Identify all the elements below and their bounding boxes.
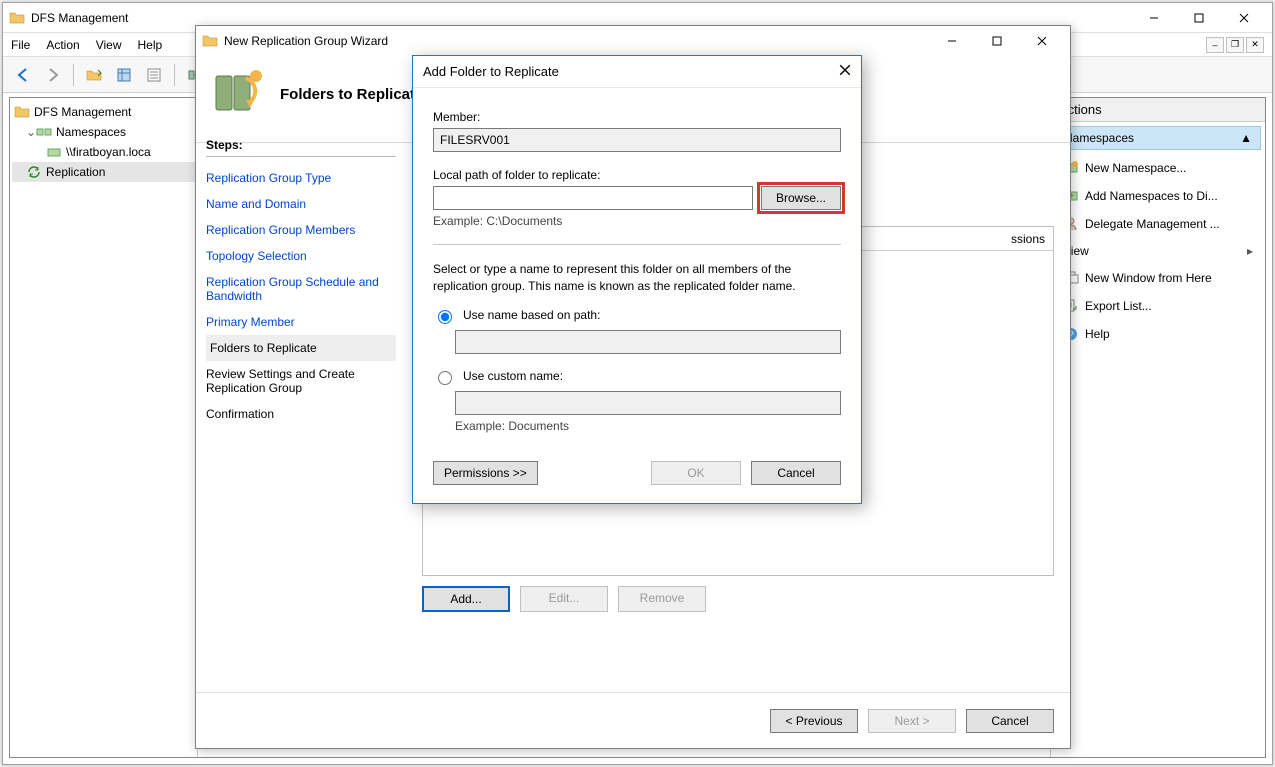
step-name-and-domain[interactable]: Name and Domain <box>206 191 396 217</box>
step-review-settings: Review Settings and Create Replication G… <box>206 361 396 401</box>
menu-action[interactable]: Action <box>46 38 79 52</box>
actions-section-namespaces[interactable]: Namespaces ▲ <box>1055 126 1261 150</box>
menu-help[interactable]: Help <box>138 38 163 52</box>
wizard-titlebar: New Replication Group Wizard <box>196 26 1070 56</box>
path-label: Local path of folder to replicate: <box>433 168 841 182</box>
step-primary-member[interactable]: Primary Member <box>206 309 396 335</box>
collapse-icon: ▲ <box>1240 131 1252 145</box>
maximize-button[interactable] <box>1176 4 1221 32</box>
toolbar-button-3[interactable] <box>140 61 168 89</box>
tree-root-dfs[interactable]: DFS Management <box>12 102 195 122</box>
mdi-restore-button[interactable]: ❐ <box>1226 37 1244 53</box>
close-button[interactable] <box>1221 4 1266 32</box>
actions-pane: Actions Namespaces ▲ New Namespace... + … <box>1050 98 1265 757</box>
nav-forward-button[interactable] <box>39 61 67 89</box>
add-folder-dialog: Add Folder to Replicate Member: Local pa… <box>412 55 862 504</box>
permissions-button[interactable]: Permissions >> <box>433 461 538 485</box>
wizard-heading-icon <box>210 66 266 122</box>
tree-namespace-item[interactable]: \\firatboyan.loca <box>12 142 195 162</box>
step-folders-to-replicate[interactable]: Folders to Replicate <box>206 335 396 361</box>
action-export-list[interactable]: Export List... <box>1055 292 1261 320</box>
dialog-close-button[interactable] <box>839 64 851 79</box>
wizard-previous-button[interactable]: < Previous <box>770 709 858 733</box>
mdi-close-button[interactable]: ✕ <box>1246 37 1264 53</box>
column-permissions[interactable]: ssions <box>1003 232 1053 246</box>
console-tree: DFS Management ⌄ Namespaces \\firatboyan… <box>10 98 198 757</box>
add-folder-button[interactable]: Add... <box>422 586 510 612</box>
menu-file[interactable]: File <box>11 38 30 52</box>
toolbar-button-2[interactable] <box>110 61 138 89</box>
wizard-app-icon <box>202 33 218 49</box>
step-replication-group-type[interactable]: Replication Group Type <box>206 165 396 191</box>
wizard-cancel-button[interactable]: Cancel <box>966 709 1054 733</box>
nav-back-button[interactable] <box>9 61 37 89</box>
radio-use-custom-label: Use custom name: <box>463 369 563 383</box>
edit-folder-button: Edit... <box>520 586 608 612</box>
custom-name-field <box>455 391 841 415</box>
member-field <box>433 128 841 152</box>
close-icon <box>839 64 851 76</box>
dialog-title: Add Folder to Replicate <box>423 64 559 79</box>
tree-replication[interactable]: Replication <box>12 162 195 182</box>
action-add-namespaces[interactable]: + Add Namespaces to Di... <box>1055 182 1261 210</box>
remove-folder-button: Remove <box>618 586 706 612</box>
action-new-namespace[interactable]: New Namespace... <box>1055 154 1261 182</box>
radio-use-custom-name[interactable] <box>438 371 452 385</box>
wizard-steps-panel: Steps: Replication Group Type Name and D… <box>196 136 406 692</box>
step-topology-selection[interactable]: Topology Selection <box>206 243 396 269</box>
member-label: Member: <box>433 110 841 124</box>
action-delegate-management[interactable]: Delegate Management ... <box>1055 210 1261 238</box>
minimize-button[interactable] <box>1131 4 1176 32</box>
menu-view[interactable]: View <box>96 38 122 52</box>
dialog-cancel-button[interactable]: Cancel <box>751 461 841 485</box>
app-icon <box>9 10 25 26</box>
actions-header: Actions <box>1051 98 1265 122</box>
wizard-minimize-button[interactable] <box>929 27 974 55</box>
step-replication-group-members[interactable]: Replication Group Members <box>206 217 396 243</box>
browse-button[interactable]: Browse... <box>761 186 841 210</box>
path-name-field <box>455 330 841 354</box>
wizard-next-button: Next > <box>868 709 956 733</box>
toolbar-button-1[interactable] <box>80 61 108 89</box>
main-window-title: DFS Management <box>31 11 128 25</box>
wizard-close-button[interactable] <box>1019 27 1064 55</box>
action-new-window[interactable]: New Window from Here <box>1055 264 1261 292</box>
tree-expand-icon[interactable]: ⌄ <box>26 125 36 139</box>
wizard-maximize-button[interactable] <box>974 27 1019 55</box>
example-path-text: Example: C:\Documents <box>433 214 841 228</box>
action-view[interactable]: View ▸ <box>1055 238 1261 264</box>
ok-button: OK <box>651 461 741 485</box>
radio-use-path-name[interactable] <box>438 310 452 324</box>
action-help[interactable]: ? Help <box>1055 320 1261 348</box>
chevron-right-icon: ▸ <box>1247 244 1253 258</box>
radio-use-path-label: Use name based on path: <box>463 308 600 322</box>
example-documents-text: Example: Documents <box>455 419 841 433</box>
mdi-minimize-button[interactable]: – <box>1206 37 1224 53</box>
step-confirmation: Confirmation <box>206 401 396 427</box>
local-path-input[interactable] <box>433 186 753 210</box>
step-schedule-and-bandwidth[interactable]: Replication Group Schedule and Bandwidth <box>206 269 396 309</box>
name-description-text: Select or type a name to represent this … <box>433 261 841 295</box>
wizard-heading: Folders to Replicate <box>280 86 423 103</box>
wizard-window-title: New Replication Group Wizard <box>224 34 388 48</box>
tree-namespaces[interactable]: ⌄ Namespaces <box>12 122 195 142</box>
steps-label: Steps: <box>206 138 396 157</box>
wizard-footer: < Previous Next > Cancel <box>196 692 1070 748</box>
